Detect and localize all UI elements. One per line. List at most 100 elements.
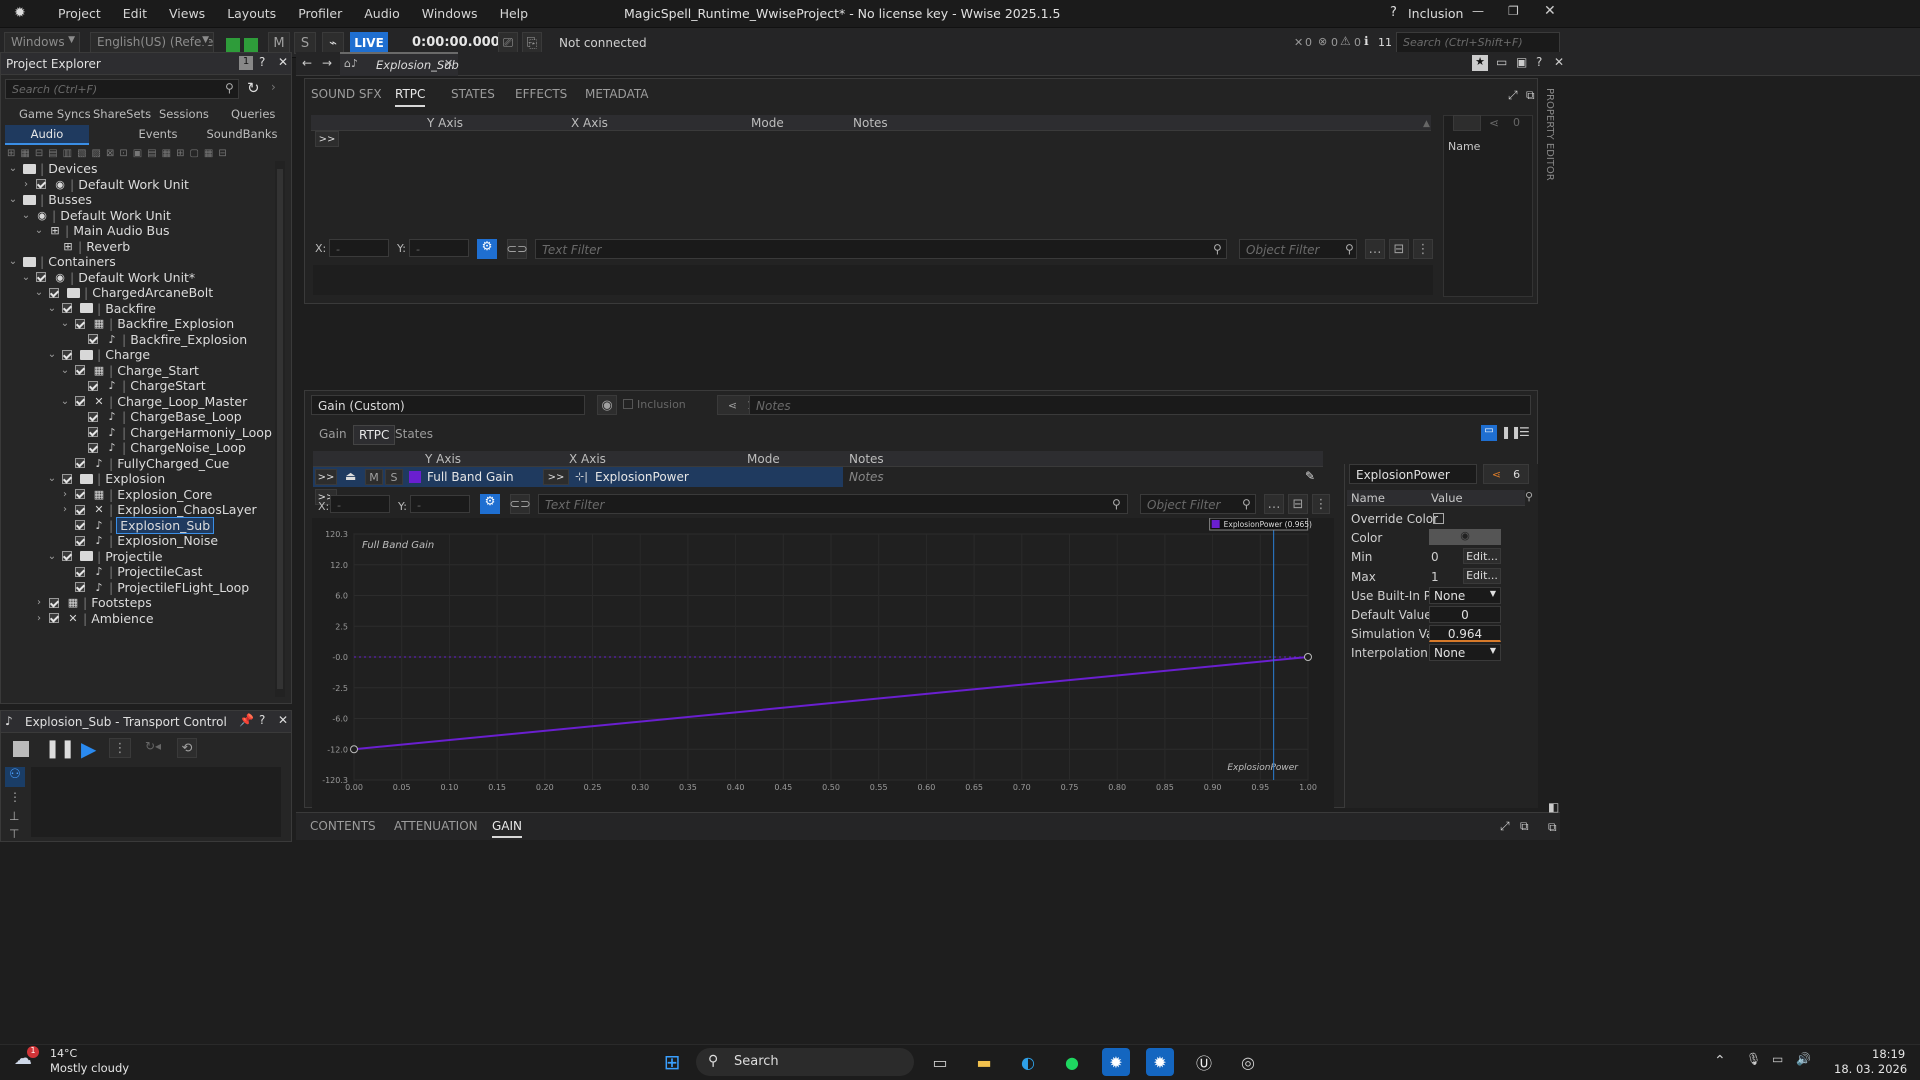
tree-item[interactable]: › ✕ | Ambience [33, 609, 154, 628]
menu-help[interactable]: Help [500, 6, 529, 21]
platform-dropdown[interactable]: Windows ▼ [4, 32, 80, 53]
taskbar-search-box[interactable]: ⚲ Search [696, 1048, 914, 1076]
props-scrollbar[interactable] [1525, 508, 1535, 804]
play-button[interactable]: ▶ [81, 737, 96, 761]
chevron-down-icon[interactable]: ⌄ [59, 365, 71, 376]
override-color-checkbox[interactable] [1433, 513, 1444, 524]
curve-point[interactable] [1304, 653, 1312, 661]
chevron-down-icon[interactable]: ⌄ [59, 318, 71, 329]
chevron-down-icon[interactable]: ⌄ [33, 225, 45, 236]
search-icon[interactable]: ⚲ [225, 81, 234, 95]
clock-time[interactable]: 18:19 [1872, 1047, 1905, 1061]
save-icon[interactable]: ▣ [1516, 55, 1527, 69]
column-y-axis[interactable]: Y Axis [427, 116, 463, 130]
warning-icon[interactable]: ⚠ [1340, 34, 1351, 48]
edge-browser-icon[interactable]: ◐ [1014, 1048, 1042, 1076]
switch-icon[interactable]: ⊤ [9, 827, 19, 841]
column-y-axis[interactable]: Y Axis [425, 452, 461, 466]
search-icon[interactable]: ⚲ [1525, 490, 1533, 503]
transport-menu-icon[interactable]: ⋮ [109, 738, 131, 758]
live-button[interactable]: LIVE [350, 32, 388, 54]
chevron-down-icon[interactable]: ⌄ [46, 303, 58, 314]
rtpc-graph[interactable]: 120.3 12.0 6.0 2.5 -0.0 -2.5 -6.0 -12.0 -120.3 0.… [312, 517, 1334, 808]
color-picker-icon[interactable]: ◉ [1429, 529, 1501, 546]
game-sync-toggle-icon[interactable]: ⚙ [480, 494, 500, 514]
refresh-icon[interactable]: ↻ [247, 79, 260, 97]
filter-options-icon[interactable]: ⊟ [1288, 494, 1308, 514]
include-checkbox[interactable] [75, 520, 85, 530]
rtpc-curve-row[interactable]: >> ⏏ M S Full Band Gain >> ⊹| ExplosionP… [313, 467, 843, 487]
tab-metadata[interactable]: METADATA [585, 87, 648, 101]
curve-color-swatch[interactable] [409, 471, 421, 483]
wwise-logo-icon[interactable]: ✹ [14, 5, 26, 21]
chevron-right-icon[interactable]: › [33, 597, 45, 608]
forward-icon[interactable]: → [322, 56, 332, 70]
include-checkbox[interactable] [36, 179, 46, 189]
steam-icon[interactable]: ◎ [1234, 1048, 1262, 1076]
include-checkbox[interactable] [75, 396, 85, 406]
spotify-icon[interactable]: ● [1058, 1048, 1086, 1076]
close-icon[interactable]: ✕ [278, 713, 288, 727]
include-checkbox[interactable] [75, 318, 85, 329]
include-checkbox[interactable] [75, 489, 85, 499]
pin-icon[interactable]: ⏏ [345, 469, 356, 483]
include-checkbox[interactable] [75, 365, 85, 375]
chevron-down-icon[interactable]: ⌄ [7, 194, 19, 205]
reset-icon[interactable]: ⟲ [177, 738, 197, 758]
unreal-engine-icon[interactable]: Ⓤ [1190, 1048, 1218, 1076]
back-icon[interactable]: ← [302, 56, 312, 70]
tray-chevron-icon[interactable]: ⌃ [1714, 1053, 1726, 1069]
curve-point[interactable] [350, 745, 358, 754]
explorer-tab-events[interactable]: Events [115, 125, 201, 143]
sync-arrow-icon[interactable]: › [271, 80, 276, 94]
star-icon[interactable]: ★ [1472, 55, 1488, 71]
prop-value-field[interactable]: 0 [1429, 606, 1501, 623]
include-checkbox[interactable] [75, 582, 85, 592]
maximize-icon[interactable]: ⤢ [1500, 819, 1510, 834]
more-button[interactable]: … [1365, 239, 1385, 259]
explorer-toolbar-icons[interactable]: ⊞▦⊟▤▥▧▨⊠⊡▣▤▦⊞▢▦⊟ [7, 146, 277, 160]
explorer-tab-audio[interactable]: Audio [5, 125, 89, 145]
prop-value-field[interactable]: 0.964 [1429, 625, 1501, 643]
menu-audio[interactable]: Audio [364, 6, 400, 21]
chevron-down-icon[interactable]: ⌄ [7, 256, 19, 267]
color-picker-icon[interactable]: ◉ [597, 395, 617, 415]
tab-explosion-sub[interactable]: ⌂♪ Explosion_Sub ✕ [340, 52, 459, 76]
row-solo-button[interactable]: S [385, 469, 403, 485]
tab-effects[interactable]: EFFECTS [515, 87, 567, 101]
include-checkbox[interactable] [36, 272, 46, 282]
edit-button[interactable]: Edit... [1463, 567, 1501, 584]
menu-views[interactable]: Views [169, 6, 205, 21]
chevron-right-icon[interactable]: › [59, 504, 71, 515]
chevron-right-icon[interactable]: › [59, 489, 71, 500]
column-x-axis[interactable]: X Axis [569, 452, 606, 466]
search-icon[interactable]: ⚲ [1242, 497, 1251, 511]
share-icon[interactable]: ⋖ [1489, 116, 1499, 130]
list-icon[interactable]: ⋮ [9, 790, 21, 804]
layout-stack-icon[interactable]: ☰ [1519, 425, 1530, 439]
explorer-tab-game-syncs[interactable]: Game Syncs [19, 107, 91, 121]
help-icon[interactable]: ? [1390, 5, 1397, 20]
help-icon[interactable]: ? [259, 713, 265, 727]
network-icon[interactable]: ▭ [1772, 1052, 1783, 1066]
game-sync-toggle-icon[interactable]: ⚙ [477, 239, 497, 259]
text-filter-input[interactable]: Text Filter [535, 239, 1227, 259]
undock-icon[interactable]: ⧉ [1526, 88, 1535, 103]
tab-rtpc[interactable]: RTPC [395, 87, 426, 107]
tree-scrollbar[interactable] [275, 161, 285, 697]
edit-button[interactable]: Edit... [1463, 548, 1501, 565]
explorer-tab-queries[interactable]: Queries [231, 107, 275, 121]
rtpc-name-field[interactable]: ExplosionPower [1349, 464, 1477, 484]
help-icon[interactable]: ? [1536, 55, 1542, 69]
include-checkbox[interactable] [62, 551, 72, 561]
search-icon[interactable]: ⚲ [1345, 242, 1354, 256]
prop-value[interactable]: 1 [1431, 570, 1439, 584]
column-mode[interactable]: Mode [747, 452, 780, 466]
column-x-axis[interactable]: X Axis [571, 116, 608, 130]
mute-button[interactable]: M [268, 32, 290, 54]
pin-1-icon[interactable]: 1 [239, 56, 253, 70]
solo-button[interactable]: S [294, 32, 316, 54]
slider-icon[interactable]: ⊥ [9, 809, 19, 823]
volume-icon[interactable]: 🔊 [1796, 1052, 1811, 1066]
profiler-icon[interactable]: ⎘ [522, 32, 542, 54]
